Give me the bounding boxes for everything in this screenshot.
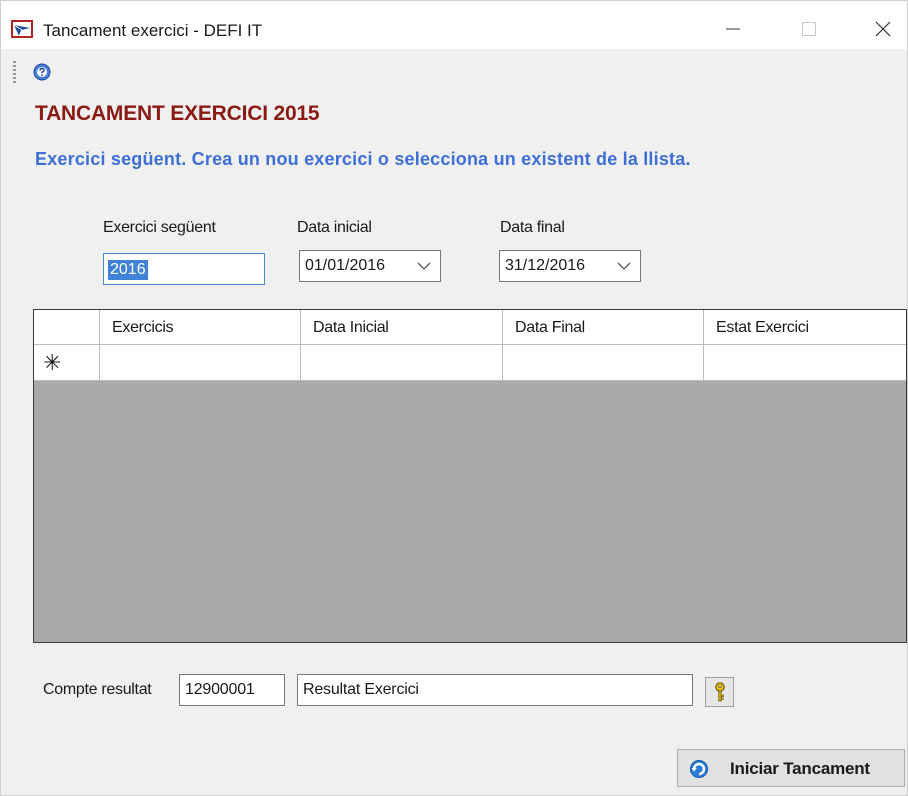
new-row-marker-icon: ✳ xyxy=(43,350,62,375)
maximize-button[interactable] xyxy=(779,9,839,49)
close-button[interactable] xyxy=(853,9,908,49)
maximize-icon xyxy=(802,22,816,36)
next-year-input[interactable]: 2016 xyxy=(103,253,265,285)
account-lookup-button[interactable] xyxy=(705,677,734,707)
end-date-label: Data final xyxy=(500,219,565,236)
column-header-exercicis[interactable]: Exercicis xyxy=(100,310,301,344)
new-row-cell-data-final[interactable] xyxy=(503,345,704,380)
fiscal-years-grid[interactable]: Exercicis Data Inicial Data Final Estat … xyxy=(33,309,907,643)
account-input[interactable]: 12900001 xyxy=(179,674,285,706)
account-value: 12900001 xyxy=(185,681,255,698)
column-header-data-final[interactable]: Data Final xyxy=(503,310,704,344)
grid-header: Exercicis Data Inicial Data Final Estat … xyxy=(34,310,906,345)
window-title: Tancament exercici - DEFI IT xyxy=(43,21,263,40)
next-year-label: Exercici següent xyxy=(103,219,216,236)
minimize-button[interactable] xyxy=(703,9,763,49)
account-description-input[interactable]: Resultat Exercici xyxy=(297,674,693,706)
minimize-icon xyxy=(726,28,740,30)
row-header-corner[interactable] xyxy=(34,310,100,344)
column-header-estat-exercici[interactable]: Estat Exercici xyxy=(704,310,906,344)
account-label: Compte resultat xyxy=(43,681,152,698)
start-closing-button[interactable]: Iniciar Tancament xyxy=(677,749,905,787)
chevron-down-icon xyxy=(417,262,431,270)
start-date-value: 01/01/2016 xyxy=(305,257,386,274)
start-date-picker[interactable]: 01/01/2016 xyxy=(299,250,441,282)
page-subtitle: Exercici següent. Crea un nou exercici o… xyxy=(35,149,691,169)
close-fiscal-year-window: Tancament exercici - DEFI IT TANCAMENT E… xyxy=(0,0,908,796)
column-header-data-inicial[interactable]: Data Inicial xyxy=(301,310,503,344)
page-title: TANCAMENT EXERCICI 2015 xyxy=(35,102,320,125)
close-icon xyxy=(875,21,891,37)
key-icon xyxy=(714,682,725,702)
start-closing-label: Iniciar Tancament xyxy=(730,759,870,778)
toolbar-grip[interactable] xyxy=(13,61,16,83)
new-row-cell-data-inicial[interactable] xyxy=(301,345,503,380)
next-year-value: 2016 xyxy=(108,260,148,280)
app-logo-icon xyxy=(11,20,33,38)
chevron-down-icon xyxy=(617,262,631,270)
title-bar: Tancament exercici - DEFI IT xyxy=(1,1,907,49)
new-row-cell-estat-exercici[interactable] xyxy=(704,345,906,380)
end-date-value: 31/12/2016 xyxy=(505,257,586,274)
refresh-icon xyxy=(690,760,708,778)
start-date-label: Data inicial xyxy=(297,219,372,236)
help-icon[interactable] xyxy=(33,63,51,81)
new-row-header[interactable]: ✳ xyxy=(34,345,100,380)
account-description-value: Resultat Exercici xyxy=(303,681,419,698)
end-date-picker[interactable]: 31/12/2016 xyxy=(499,250,641,282)
new-row[interactable]: ✳ xyxy=(34,345,906,381)
toolbar xyxy=(1,49,907,89)
new-row-cell-exercicis[interactable] xyxy=(100,345,301,380)
